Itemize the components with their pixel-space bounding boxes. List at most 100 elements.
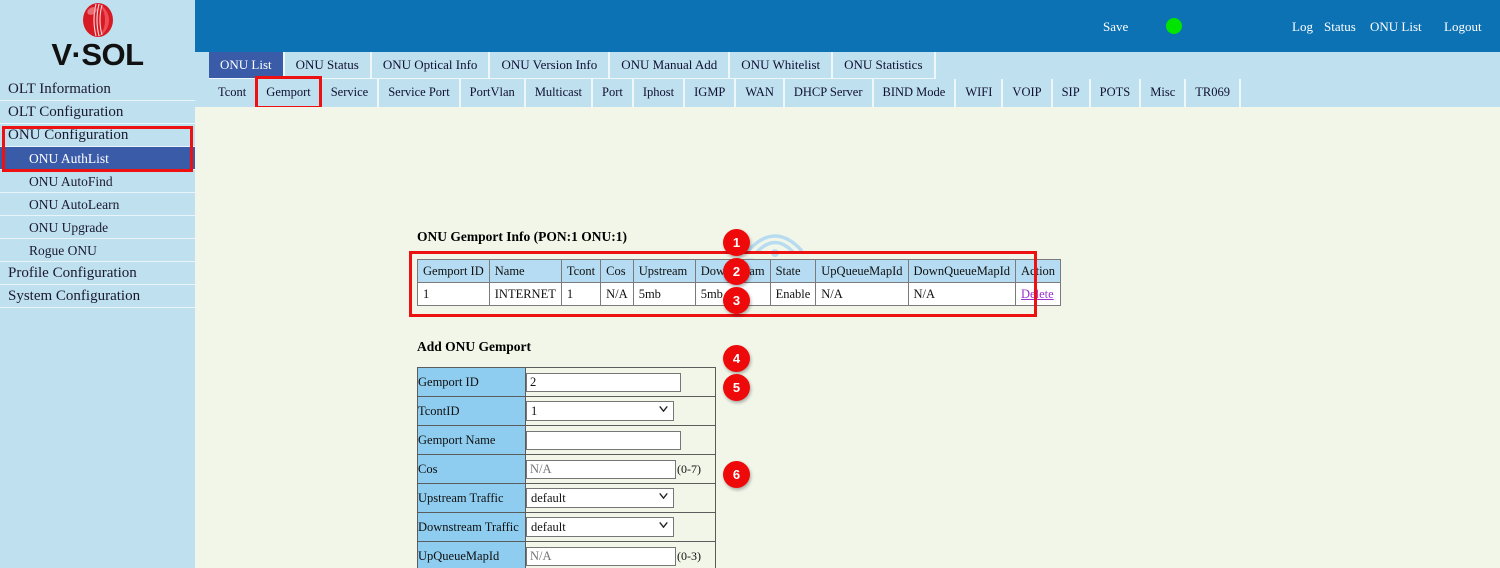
top-link-onu-list[interactable]: ONU List [1370, 19, 1422, 35]
tab-onu-whitelist[interactable]: ONU Whitelist [730, 52, 833, 79]
subtab-igmp[interactable]: IGMP [685, 79, 736, 107]
table-cell-name: INTERNET [489, 283, 561, 306]
table-cell-cos: N/A [601, 283, 634, 306]
chevron-down-icon [659, 522, 668, 528]
subtab-multicast[interactable]: Multicast [526, 79, 593, 107]
save-button[interactable]: Save [1103, 19, 1128, 35]
subtab-service[interactable]: Service [322, 79, 379, 107]
chevron-down-icon [659, 493, 668, 499]
sidebar-item-system-configuration[interactable]: System Configuration [0, 285, 195, 308]
sidebar-item-onu-upgrade[interactable]: ONU Upgrade [0, 216, 195, 239]
select-tcontid[interactable]: 1 [526, 401, 674, 421]
subtab-tcont[interactable]: Tcont [209, 79, 257, 107]
select-downstream-traffic[interactable]: default [526, 517, 674, 537]
top-link-logout[interactable]: Logout [1444, 19, 1482, 35]
chevron-down-icon [659, 406, 668, 412]
annotation-badge-2: 2 [723, 258, 750, 285]
add-gemport-form: Gemport IDTcontID1Gemport NameCos(0-7)Up… [417, 367, 716, 568]
table-cell-upstream: 5mb [633, 283, 695, 306]
sidebar-item-olt-configuration[interactable]: OLT Configuration [0, 101, 195, 124]
sidebar-item-profile-configuration[interactable]: Profile Configuration [0, 262, 195, 285]
tab-onu-manual-add[interactable]: ONU Manual Add [610, 52, 730, 79]
table-cell-tcont: 1 [561, 283, 600, 306]
hint-upqueuemapid: (0-3) [677, 549, 701, 563]
annotation-badge-1: 1 [723, 229, 750, 256]
tab-onu-statistics[interactable]: ONU Statistics [833, 52, 935, 79]
input-upqueuemapid[interactable] [526, 547, 676, 566]
sidebar-item-onu-autolearn[interactable]: ONU AutoLearn [0, 193, 195, 216]
form-row-upstream-traffic: Upstream Trafficdefault [418, 484, 716, 513]
form-control-cell-gemport-name [526, 426, 716, 455]
form-row-tcontid: TcontID 1 [418, 397, 716, 426]
form-label-upqueuemapid: UpQueueMapId [418, 542, 526, 568]
tab-onu-status[interactable]: ONU Status [285, 52, 372, 79]
top-link-log[interactable]: Log [1292, 19, 1313, 35]
form-control-cell-tcontid: 1 [526, 397, 716, 426]
delete-link[interactable]: Delete [1021, 287, 1054, 301]
primary-tab-bar: ONU ListONU StatusONU Optical InfoONU Ve… [195, 52, 1500, 79]
brand-name: V·SOL [51, 38, 143, 72]
subtab-bind-mode[interactable]: BIND Mode [874, 79, 957, 107]
annotation-badge-3: 3 [723, 287, 750, 314]
subtab-wan[interactable]: WAN [736, 79, 784, 107]
column-header: Action [1016, 260, 1061, 283]
form-label-gemport-id: Gemport ID [418, 368, 526, 397]
column-header: UpQueueMapId [816, 260, 908, 283]
subtab-wifi[interactable]: WIFI [956, 79, 1003, 107]
form-control-cell-downstream-traffic: default [526, 513, 716, 542]
onu-management-page: V·SOL OLT InformationOLT ConfigurationON… [0, 0, 1500, 568]
input-gemport-name[interactable] [526, 431, 681, 450]
sidebar-item-onu-authlist[interactable]: ONU AuthList [0, 147, 195, 170]
sidebar-item-rogue-onu[interactable]: Rogue ONU [0, 239, 195, 262]
content-column: Save Log Status ONU List Logout ONU List… [195, 0, 1500, 568]
sidebar-item-olt-information[interactable]: OLT Information [0, 78, 195, 101]
subtab-port[interactable]: Port [593, 79, 634, 107]
tab-onu-optical-info[interactable]: ONU Optical Info [372, 52, 491, 79]
subtab-gemport[interactable]: Gemport [257, 79, 321, 107]
subtab-tr069[interactable]: TR069 [1186, 79, 1241, 107]
subtab-voip[interactable]: VOIP [1003, 79, 1052, 107]
column-header: DownQueueMapId [908, 260, 1016, 283]
form-control-cell-gemport-id [526, 368, 716, 397]
column-header: State [770, 260, 816, 283]
sidebar-item-onu-autofind[interactable]: ONU AutoFind [0, 170, 195, 193]
annotation-badge-4: 4 [723, 345, 750, 372]
sidebar: V·SOL OLT InformationOLT ConfigurationON… [0, 0, 195, 568]
table-cell-up-queue-map-id: N/A [816, 283, 908, 306]
subtab-misc[interactable]: Misc [1141, 79, 1186, 107]
annotation-badge-5: 5 [723, 374, 750, 401]
form-row-gemport-id: Gemport ID [418, 368, 716, 397]
select-value-upstream-traffic: default [531, 491, 566, 505]
column-header: Tcont [561, 260, 600, 283]
add-gemport-title: Add ONU Gemport [417, 339, 531, 355]
gemport-info-title: ONU Gemport Info (PON:1 ONU:1) [417, 229, 627, 245]
column-header: Upstream [633, 260, 695, 283]
subtab-iphost[interactable]: Iphost [634, 79, 685, 107]
input-gemport-id[interactable] [526, 373, 681, 392]
subtab-dhcp-server[interactable]: DHCP Server [785, 79, 874, 107]
input-cos[interactable] [526, 460, 676, 479]
signal-tower-icon [742, 225, 808, 259]
main-content: Foro iSP ONU Gemport Info (PON:1 ONU:1) … [195, 107, 1500, 568]
form-label-gemport-name: Gemport Name [418, 426, 526, 455]
select-value-tcontid: 1 [531, 404, 537, 418]
table-cell-gemport-id: 1 [418, 283, 490, 306]
hint-cos: (0-7) [677, 462, 701, 476]
table-cell-state: Enable [770, 283, 816, 306]
subtab-portvlan[interactable]: PortVlan [461, 79, 526, 107]
secondary-tab-bar: TcontGemportServiceService PortPortVlanM… [195, 79, 1500, 107]
subtab-service-port[interactable]: Service Port [379, 79, 460, 107]
sidebar-item-onu-configuration[interactable]: ONU Configuration [0, 124, 195, 147]
form-control-cell-cos: (0-7) [526, 455, 716, 484]
form-label-downstream-traffic: Downstream Traffic [418, 513, 526, 542]
tab-onu-list[interactable]: ONU List [209, 52, 285, 79]
status-indicator-dot [1166, 18, 1182, 34]
tab-onu-version-info[interactable]: ONU Version Info [490, 52, 610, 79]
top-bar: Save Log Status ONU List Logout [195, 0, 1500, 52]
form-label-tcontid: TcontID [418, 397, 526, 426]
subtab-pots[interactable]: POTS [1091, 79, 1142, 107]
select-upstream-traffic[interactable]: default [526, 488, 674, 508]
top-link-status[interactable]: Status [1324, 19, 1356, 35]
subtab-sip[interactable]: SIP [1053, 79, 1091, 107]
column-header: Name [489, 260, 561, 283]
